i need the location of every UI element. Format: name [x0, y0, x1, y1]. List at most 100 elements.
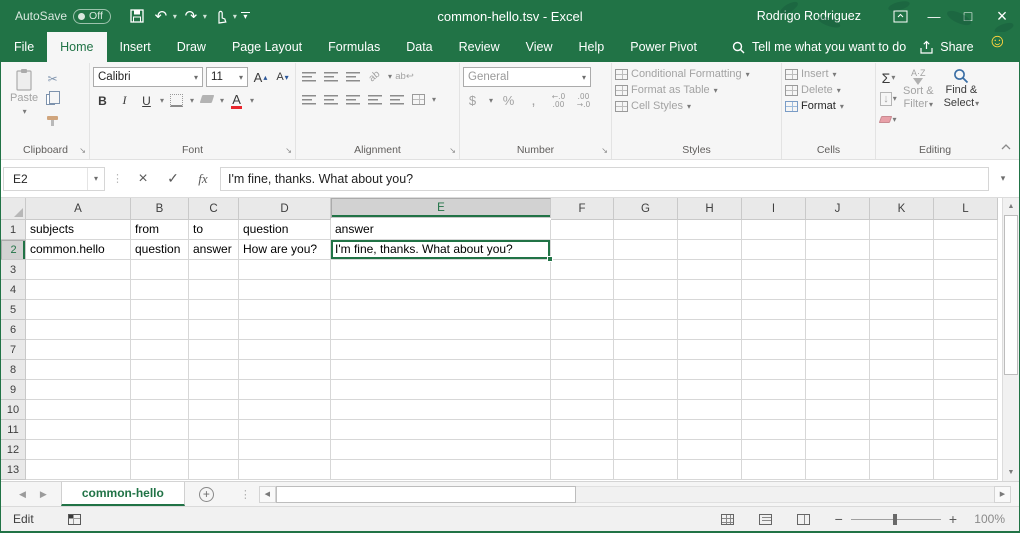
cell-J5[interactable] — [806, 300, 870, 320]
touch-mouse-mode-button[interactable] — [211, 3, 231, 29]
cell-C10[interactable] — [189, 400, 239, 420]
cell-C9[interactable] — [189, 380, 239, 400]
find-select-button[interactable]: Find & Select▾ — [939, 65, 985, 142]
cell-J12[interactable] — [806, 440, 870, 460]
wrap-text-button[interactable]: ab↩ — [395, 67, 414, 86]
sort-filter-button[interactable]: A·Z Sort & Filter▾ — [898, 65, 939, 142]
cell-D10[interactable] — [239, 400, 331, 420]
column-header-D[interactable]: D — [239, 198, 331, 220]
cell-C2[interactable]: answer — [189, 240, 239, 260]
cell-H5[interactable] — [678, 300, 742, 320]
name-box[interactable]: E2 ▾ — [3, 167, 105, 191]
cell-H12[interactable] — [678, 440, 742, 460]
formula-input[interactable]: I'm fine, thanks. What about you? — [220, 167, 989, 191]
cell-C3[interactable] — [189, 260, 239, 280]
cell-K3[interactable] — [870, 260, 934, 280]
cell-B12[interactable] — [131, 440, 189, 460]
cell-C8[interactable] — [189, 360, 239, 380]
italic-button[interactable]: I — [115, 91, 134, 110]
font-name-select[interactable]: Calibri ▾ — [93, 67, 203, 87]
font-dialog-launcher[interactable]: ↘ — [285, 146, 292, 155]
cell-H1[interactable] — [678, 220, 742, 240]
row-header-8[interactable]: 8 — [1, 360, 26, 380]
cell-C5[interactable] — [189, 300, 239, 320]
cell-D4[interactable] — [239, 280, 331, 300]
column-header-F[interactable]: F — [551, 198, 614, 220]
scroll-right-arrow[interactable]: ▶ — [994, 486, 1011, 503]
vertical-scroll-thumb[interactable] — [1004, 215, 1018, 375]
prev-sheet-button[interactable]: ◀ — [19, 489, 26, 500]
cell-H3[interactable] — [678, 260, 742, 280]
clipboard-dialog-launcher[interactable]: ↘ — [79, 146, 86, 155]
column-header-J[interactable]: J — [806, 198, 870, 220]
minimize-button[interactable]: — — [917, 0, 951, 32]
cut-button[interactable]: ✂ — [43, 69, 62, 88]
cell-E7[interactable] — [331, 340, 551, 360]
align-right-button[interactable] — [343, 90, 362, 109]
cell-F2[interactable] — [551, 240, 614, 260]
copy-button[interactable]: ▾ — [43, 90, 62, 109]
cell-I5[interactable] — [742, 300, 806, 320]
cell-B9[interactable] — [131, 380, 189, 400]
cell-B7[interactable] — [131, 340, 189, 360]
cell-A13[interactable] — [26, 460, 131, 480]
tab-view[interactable]: View — [513, 32, 566, 62]
cell-I10[interactable] — [742, 400, 806, 420]
bottom-align-button[interactable] — [343, 67, 362, 86]
cell-E6[interactable] — [331, 320, 551, 340]
decrease-decimal-button[interactable]: .00→.0 — [574, 91, 593, 110]
clear-button[interactable]: ▾ — [879, 110, 898, 129]
cell-E11[interactable] — [331, 420, 551, 440]
cell-I3[interactable] — [742, 260, 806, 280]
font-color-button[interactable]: A — [227, 91, 246, 110]
middle-align-button[interactable] — [321, 67, 340, 86]
cell-K5[interactable] — [870, 300, 934, 320]
cell-G7[interactable] — [614, 340, 678, 360]
cell-E1[interactable]: answer — [331, 220, 551, 240]
cell-A1[interactable]: subjects — [26, 220, 131, 240]
cell-I11[interactable] — [742, 420, 806, 440]
cell-J8[interactable] — [806, 360, 870, 380]
cell-A5[interactable] — [26, 300, 131, 320]
cell-G10[interactable] — [614, 400, 678, 420]
cell-I12[interactable] — [742, 440, 806, 460]
cell-K13[interactable] — [870, 460, 934, 480]
cell-J7[interactable] — [806, 340, 870, 360]
row-header-2[interactable]: 2 — [1, 240, 26, 260]
cell-H4[interactable] — [678, 280, 742, 300]
cell-L6[interactable] — [934, 320, 998, 340]
cell-F9[interactable] — [551, 380, 614, 400]
cell-J13[interactable] — [806, 460, 870, 480]
tab-review[interactable]: Review — [446, 32, 513, 62]
borders-button[interactable] — [167, 91, 186, 110]
cell-D9[interactable] — [239, 380, 331, 400]
cell-F12[interactable] — [551, 440, 614, 460]
cell-I4[interactable] — [742, 280, 806, 300]
cell-L11[interactable] — [934, 420, 998, 440]
redo-dropdown[interactable]: ▾ — [203, 12, 207, 21]
number-dialog-launcher[interactable]: ↘ — [601, 146, 608, 155]
cell-K2[interactable] — [870, 240, 934, 260]
user-name[interactable]: Rodrigo Rodriguez — [757, 9, 861, 23]
new-sheet-button[interactable]: + — [185, 482, 228, 506]
cell-K4[interactable] — [870, 280, 934, 300]
cell-I9[interactable] — [742, 380, 806, 400]
cell-B1[interactable]: from — [131, 220, 189, 240]
cell-J4[interactable] — [806, 280, 870, 300]
cell-G2[interactable] — [614, 240, 678, 260]
percent-style-button[interactable]: % — [499, 91, 518, 110]
cell-C6[interactable] — [189, 320, 239, 340]
cell-J6[interactable] — [806, 320, 870, 340]
cell-J2[interactable] — [806, 240, 870, 260]
cell-A8[interactable] — [26, 360, 131, 380]
column-header-L[interactable]: L — [934, 198, 998, 220]
bold-button[interactable]: B — [93, 91, 112, 110]
collapse-ribbon-button[interactable] — [1001, 141, 1011, 153]
cell-F4[interactable] — [551, 280, 614, 300]
column-header-I[interactable]: I — [742, 198, 806, 220]
tab-insert[interactable]: Insert — [107, 32, 164, 62]
cell-K8[interactable] — [870, 360, 934, 380]
cell-B11[interactable] — [131, 420, 189, 440]
cell-L10[interactable] — [934, 400, 998, 420]
cell-D12[interactable] — [239, 440, 331, 460]
